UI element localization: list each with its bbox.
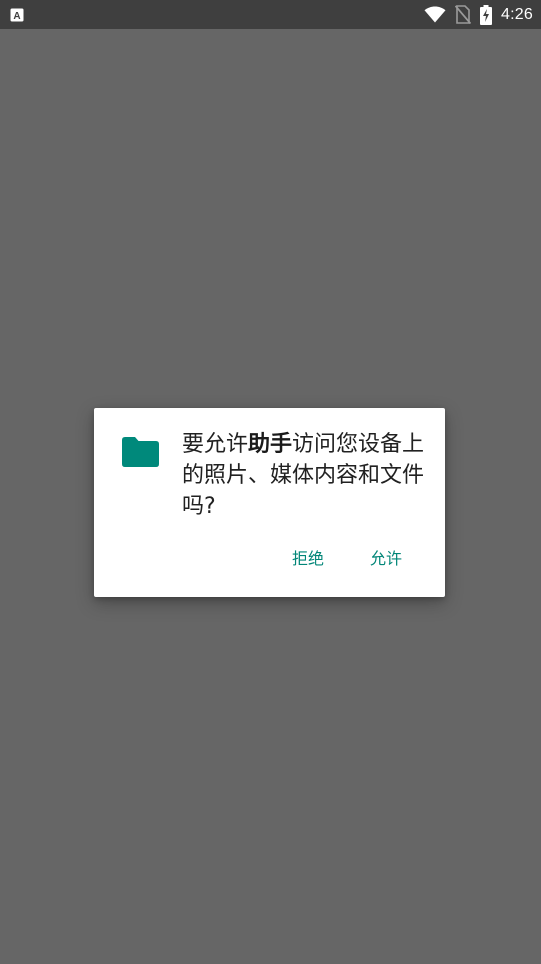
- status-bar: A 4:26: [0, 0, 541, 29]
- battery-charging-icon: [480, 4, 493, 25]
- status-time: 4:26: [501, 5, 533, 23]
- svg-text:A: A: [13, 11, 20, 22]
- status-icons: 4:26: [424, 0, 533, 29]
- permission-dialog: 要允许助手访问您设备上的照片、媒体内容和文件吗? 拒绝 允许: [94, 408, 445, 597]
- allow-button[interactable]: 允许: [362, 544, 410, 574]
- deny-button[interactable]: 拒绝: [284, 544, 332, 574]
- app-name: 助手: [248, 432, 293, 457]
- folder-icon: [122, 437, 159, 467]
- keyboard-a-icon: A: [10, 7, 24, 22]
- no-sim-icon: [455, 5, 472, 24]
- wifi-icon: [424, 6, 446, 23]
- dialog-message: 要允许助手访问您设备上的照片、媒体内容和文件吗?: [182, 429, 434, 522]
- message-prefix: 要允许: [182, 432, 249, 457]
